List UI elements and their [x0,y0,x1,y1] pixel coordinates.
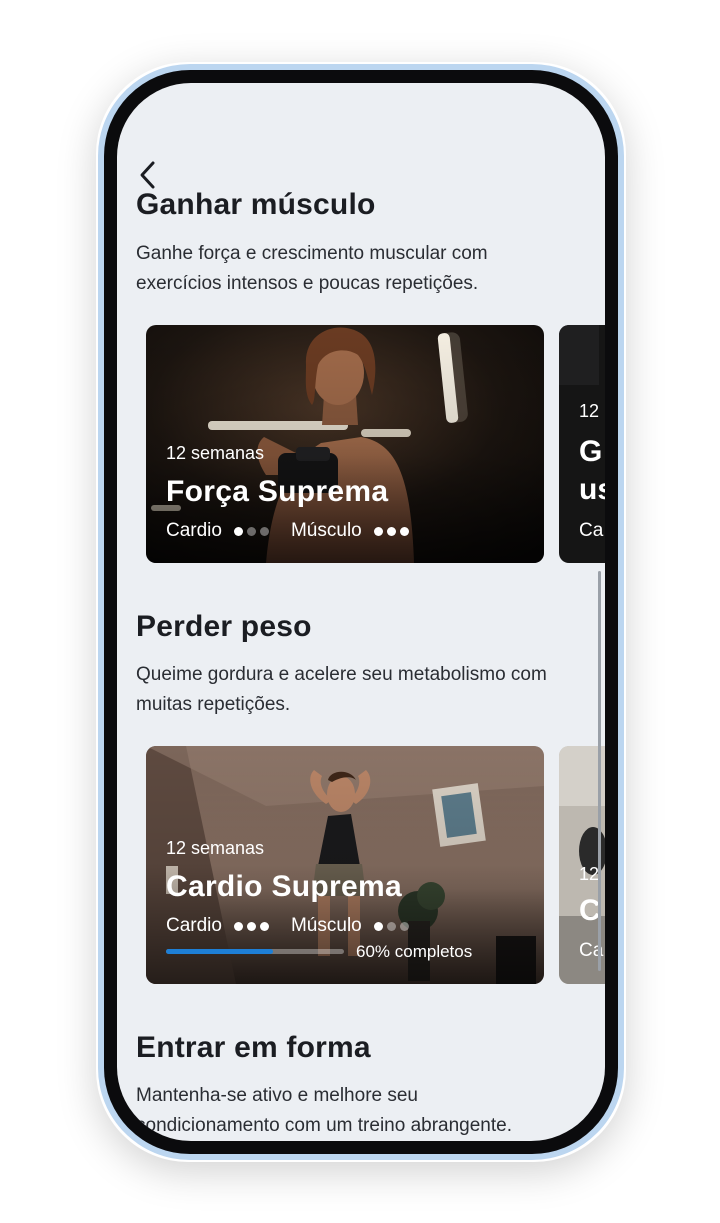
phone-screen: Ganhar músculo Ganhe força e crescimento… [117,83,605,1141]
level-dot [233,526,243,536]
card-title: Força Suprema [166,475,389,508]
program-card-cardio-suprema[interactable]: 12 semanas Cardio Suprema Cardio Músculo [146,746,544,984]
muscle-label: Músculo [290,915,362,936]
scroll-content[interactable]: Ganhar músculo Ganhe força e crescimento… [117,83,605,1141]
section-title-gain-muscle: Ganhar músculo [136,188,376,221]
card-meta: Ca [579,520,604,541]
card-intensity-row: Cardio Músculo [166,520,431,542]
progress-fill [166,949,273,954]
card-duration: 12 semanas [166,443,265,463]
section-title-lose-weight: Perder peso [136,610,312,643]
level-dot [246,526,256,536]
level-dot [373,921,383,931]
section-description-lose-weight: Queime gordura e acelere seu metabolismo… [136,664,547,715]
card-intensity-row: Cardio Músculo [166,915,431,937]
program-card-peek-1[interactable]: 12 G us Ca [559,325,605,563]
level-dot [259,921,269,931]
card-title-line: us [579,473,605,506]
card-duration: 12 [579,401,600,421]
cardio-label: Cardio [166,520,222,541]
card-title: G us [579,433,605,509]
section-description-gain-muscle: Ganhe força e crescimento muscular com e… [136,243,488,294]
cardio-level-dots [233,526,269,536]
level-dot [399,526,409,536]
vertical-scrollbar[interactable] [598,571,601,971]
cardio-label: Cardio [166,915,222,936]
section-description-get-fit: Mantenha-se ativo e melhore seu condicio… [136,1085,513,1136]
level-dot [386,921,396,931]
level-dot [233,921,243,931]
muscle-level-dots [373,526,409,536]
level-dot [373,526,383,536]
level-dot [259,526,269,536]
chevron-left-icon [140,161,155,189]
card-title-line: G [579,435,603,468]
card-title: Cardio Suprema [166,870,402,903]
level-dot [246,921,256,931]
muscle-label: Músculo [290,520,362,541]
section-title-get-fit: Entrar em forma [136,1031,371,1064]
progress-bar [166,949,344,954]
cardio-level-dots [233,921,269,931]
progress-label: 60% completos [356,942,473,961]
level-dot [386,526,396,536]
muscle-level-dots [373,921,409,931]
level-dot [399,921,409,931]
program-card-forca-suprema[interactable]: 12 semanas Força Suprema Cardio Músculo [146,325,544,563]
card-duration: 12 semanas [166,838,265,858]
card-duration: 12 [579,864,600,884]
